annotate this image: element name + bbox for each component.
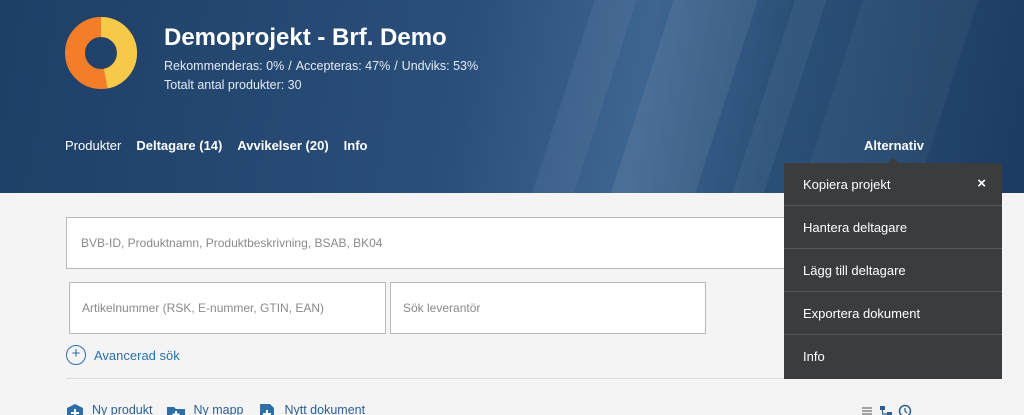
action-toolbar: Ny produkt Ny mapp Nytt dokument [65, 403, 379, 415]
alternativ-dropdown-menu: Kopiera projekt × Hantera deltagare Lägg… [784, 163, 1002, 379]
tab-info[interactable]: Info [344, 138, 368, 153]
total-products: Totalt antal produkter: 30 [164, 78, 302, 92]
article-number-box [69, 282, 386, 334]
advanced-search-link[interactable]: + Avancerad sök [66, 345, 180, 365]
tree-view-icon[interactable] [879, 404, 893, 415]
stat-avoided: Undviks: 53% [401, 59, 479, 73]
rating-stats: Rekommenderas: 0% / Accepteras: 47% / Undvik… [164, 59, 478, 73]
menu-item-hantera-deltagare[interactable]: Hantera deltagare [784, 206, 1002, 249]
list-view-icon[interactable] [860, 404, 874, 415]
supplier-search-input[interactable] [391, 283, 705, 333]
supplier-search-box [390, 282, 706, 334]
project-tabs: Produkter Deltagare (14) Avvikelser (20)… [65, 138, 383, 153]
alternativ-menu-button[interactable]: Alternativ [864, 138, 924, 153]
stat-separator: / [394, 59, 398, 73]
article-number-input[interactable] [70, 283, 385, 333]
rating-donut-chart [65, 17, 137, 89]
advanced-search-label: Avancerad sök [94, 347, 180, 363]
new-folder-button[interactable]: Ny mapp [166, 403, 243, 415]
stat-accepted: Accepteras: 47% [295, 59, 391, 73]
menu-item-label: Kopiera projekt [803, 177, 891, 192]
menu-item-label: Lägg till deltagare [803, 263, 906, 278]
new-document-icon [260, 404, 275, 415]
new-document-button[interactable]: Nytt dokument [257, 403, 365, 415]
plus-circle-icon: + [66, 345, 86, 365]
tab-produkter[interactable]: Produkter [65, 138, 121, 153]
new-product-label: Ny produkt [92, 403, 153, 415]
view-options [860, 404, 912, 415]
tab-deltagare[interactable]: Deltagare (14) [136, 138, 222, 153]
product-search-box [66, 217, 806, 269]
new-product-icon [67, 404, 83, 415]
close-icon[interactable]: × [977, 175, 986, 192]
menu-item-exportera-dokument[interactable]: Exportera dokument [784, 292, 1002, 335]
menu-item-lagg-till-deltagare[interactable]: Lägg till deltagare [784, 249, 1002, 292]
new-folder-icon [167, 407, 186, 415]
new-product-button[interactable]: Ny produkt [65, 403, 152, 415]
history-clock-icon[interactable] [898, 404, 912, 415]
tab-avvikelser[interactable]: Avvikelser (20) [237, 138, 328, 153]
stat-recommended: Rekommenderas: 0% [164, 59, 285, 73]
stat-separator: / [288, 59, 292, 73]
menu-item-kopiera-projekt[interactable]: Kopiera projekt × [784, 163, 1002, 206]
product-search-input[interactable] [67, 218, 805, 268]
menu-item-info[interactable]: Info [784, 335, 1002, 378]
menu-item-label: Hantera deltagare [803, 220, 908, 235]
menu-item-label: Exportera dokument [803, 306, 921, 321]
new-document-label: Nytt dokument [284, 403, 366, 415]
new-folder-label: Ny mapp [193, 403, 244, 415]
project-title: Demoprojekt - Brf. Demo [164, 24, 447, 51]
menu-item-label: Info [803, 349, 825, 364]
